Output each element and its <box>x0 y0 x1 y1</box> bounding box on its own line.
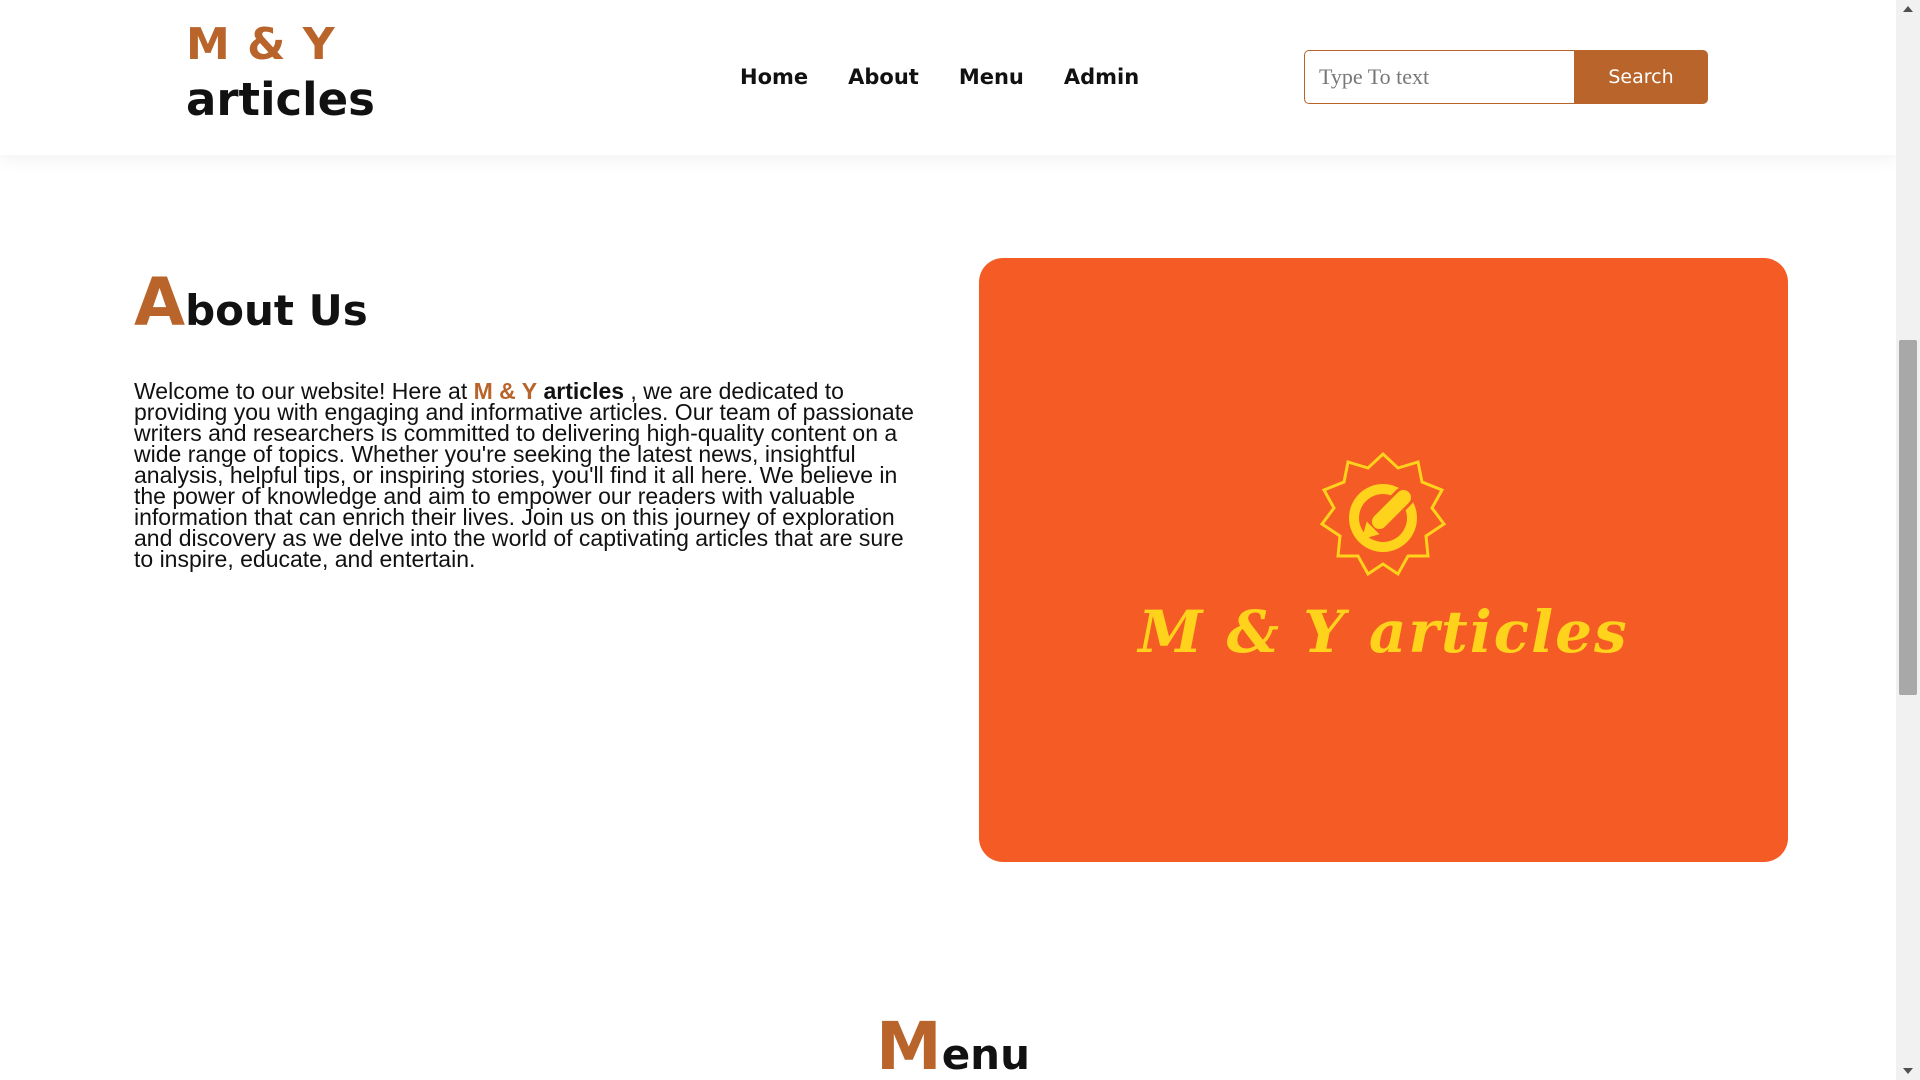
nav-about[interactable]: About <box>848 62 919 92</box>
about-paragraph: Welcome to our website! Here at M & Y ar… <box>134 378 914 572</box>
site-header: M & Y articles Home About Menu Admin Sea… <box>0 0 1896 155</box>
rocket-gear-icon <box>1319 451 1447 577</box>
about-heading: A bout Us <box>134 268 368 346</box>
nav-admin[interactable]: Admin <box>1064 62 1139 92</box>
about-image: M & Y articles <box>979 258 1788 862</box>
hero-brand-text: M & Y articles <box>1138 598 1629 666</box>
about-text-body: , we are dedicated to providing you with… <box>134 378 914 572</box>
logo-brand-initials: M & Y <box>186 19 336 70</box>
nav-home[interactable]: Home <box>740 62 808 92</box>
scroll-down-icon[interactable] <box>1903 1068 1913 1074</box>
nav-menu[interactable]: Menu <box>959 62 1024 92</box>
search-form: Search <box>1304 50 1708 104</box>
main-nav: Home About Menu Admin <box>740 62 1179 92</box>
logo-brand-word: articles <box>186 73 375 126</box>
menu-heading-initial: M <box>876 1008 942 1080</box>
menu-heading: M enu <box>876 1012 1030 1080</box>
page-scrollbar[interactable] <box>1896 0 1920 1080</box>
search-button[interactable]: Search <box>1574 50 1708 104</box>
about-heading-initial: A <box>134 264 186 341</box>
search-input[interactable] <box>1304 50 1574 104</box>
about-heading-rest: bout Us <box>185 286 368 335</box>
scrollbar-thumb[interactable] <box>1899 340 1917 695</box>
site-logo[interactable]: M & Y articles <box>186 18 375 128</box>
scroll-up-icon[interactable] <box>1903 6 1913 12</box>
menu-heading-rest: enu <box>941 1030 1030 1079</box>
